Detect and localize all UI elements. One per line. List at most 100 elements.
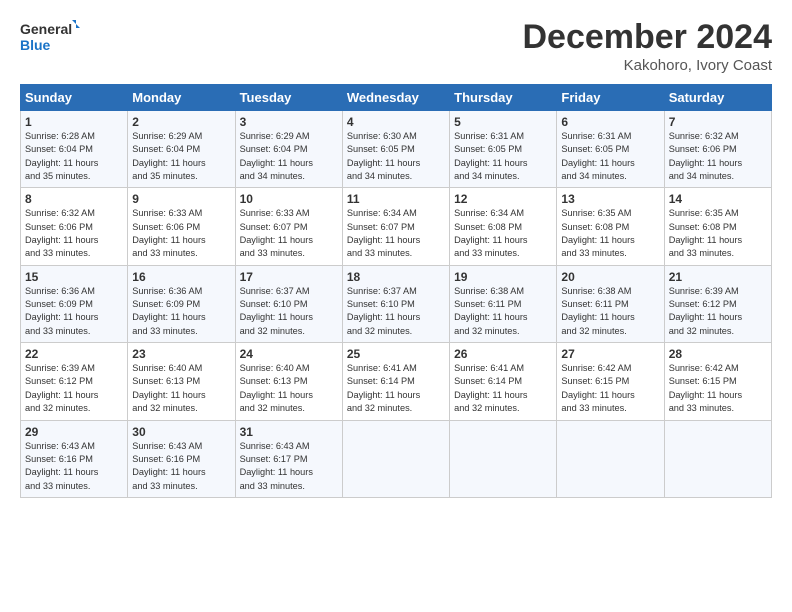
calendar-cell: 1Sunrise: 6:28 AMSunset: 6:04 PMDaylight… [21, 111, 128, 188]
calendar-cell: 25Sunrise: 6:41 AMSunset: 6:14 PMDayligh… [342, 343, 449, 420]
calendar-cell: 26Sunrise: 6:41 AMSunset: 6:14 PMDayligh… [450, 343, 557, 420]
day-info: Sunrise: 6:31 AMSunset: 6:05 PMDaylight:… [454, 130, 552, 183]
day-info: Sunrise: 6:38 AMSunset: 6:11 PMDaylight:… [561, 285, 659, 338]
day-info: Sunrise: 6:40 AMSunset: 6:13 PMDaylight:… [240, 362, 338, 415]
calendar-cell: 3Sunrise: 6:29 AMSunset: 6:04 PMDaylight… [235, 111, 342, 188]
day-number: 3 [240, 115, 338, 129]
day-info: Sunrise: 6:28 AMSunset: 6:04 PMDaylight:… [25, 130, 123, 183]
logo: General Blue [20, 18, 80, 56]
day-number: 16 [132, 270, 230, 284]
calendar-table: SundayMondayTuesdayWednesdayThursdayFrid… [20, 84, 772, 498]
week-row-2: 15Sunrise: 6:36 AMSunset: 6:09 PMDayligh… [21, 265, 772, 342]
calendar-cell [557, 420, 664, 497]
calendar-cell: 5Sunrise: 6:31 AMSunset: 6:05 PMDaylight… [450, 111, 557, 188]
day-number: 2 [132, 115, 230, 129]
day-info: Sunrise: 6:34 AMSunset: 6:08 PMDaylight:… [454, 207, 552, 260]
day-number: 27 [561, 347, 659, 361]
day-info: Sunrise: 6:33 AMSunset: 6:07 PMDaylight:… [240, 207, 338, 260]
header-row: SundayMondayTuesdayWednesdayThursdayFrid… [21, 85, 772, 111]
day-number: 5 [454, 115, 552, 129]
day-number: 24 [240, 347, 338, 361]
calendar-page: General Blue December 2024 Kakohoro, Ivo… [0, 0, 792, 612]
location: Kakohoro, Ivory Coast [522, 57, 772, 74]
day-info: Sunrise: 6:32 AMSunset: 6:06 PMDaylight:… [25, 207, 123, 260]
calendar-cell: 24Sunrise: 6:40 AMSunset: 6:13 PMDayligh… [235, 343, 342, 420]
col-header-tuesday: Tuesday [235, 85, 342, 111]
day-info: Sunrise: 6:42 AMSunset: 6:15 PMDaylight:… [669, 362, 767, 415]
day-number: 4 [347, 115, 445, 129]
day-info: Sunrise: 6:29 AMSunset: 6:04 PMDaylight:… [132, 130, 230, 183]
day-number: 31 [240, 425, 338, 439]
day-number: 6 [561, 115, 659, 129]
calendar-cell: 30Sunrise: 6:43 AMSunset: 6:16 PMDayligh… [128, 420, 235, 497]
calendar-cell: 12Sunrise: 6:34 AMSunset: 6:08 PMDayligh… [450, 188, 557, 265]
day-info: Sunrise: 6:37 AMSunset: 6:10 PMDaylight:… [347, 285, 445, 338]
week-row-0: 1Sunrise: 6:28 AMSunset: 6:04 PMDaylight… [21, 111, 772, 188]
calendar-cell: 31Sunrise: 6:43 AMSunset: 6:17 PMDayligh… [235, 420, 342, 497]
week-row-1: 8Sunrise: 6:32 AMSunset: 6:06 PMDaylight… [21, 188, 772, 265]
day-info: Sunrise: 6:29 AMSunset: 6:04 PMDaylight:… [240, 130, 338, 183]
month-title: December 2024 [522, 18, 772, 57]
calendar-cell: 20Sunrise: 6:38 AMSunset: 6:11 PMDayligh… [557, 265, 664, 342]
calendar-cell: 6Sunrise: 6:31 AMSunset: 6:05 PMDaylight… [557, 111, 664, 188]
week-row-3: 22Sunrise: 6:39 AMSunset: 6:12 PMDayligh… [21, 343, 772, 420]
calendar-cell: 4Sunrise: 6:30 AMSunset: 6:05 PMDaylight… [342, 111, 449, 188]
day-number: 19 [454, 270, 552, 284]
day-info: Sunrise: 6:42 AMSunset: 6:15 PMDaylight:… [561, 362, 659, 415]
day-info: Sunrise: 6:38 AMSunset: 6:11 PMDaylight:… [454, 285, 552, 338]
day-info: Sunrise: 6:36 AMSunset: 6:09 PMDaylight:… [25, 285, 123, 338]
calendar-cell: 16Sunrise: 6:36 AMSunset: 6:09 PMDayligh… [128, 265, 235, 342]
day-info: Sunrise: 6:36 AMSunset: 6:09 PMDaylight:… [132, 285, 230, 338]
day-number: 30 [132, 425, 230, 439]
day-number: 29 [25, 425, 123, 439]
calendar-cell: 8Sunrise: 6:32 AMSunset: 6:06 PMDaylight… [21, 188, 128, 265]
day-number: 11 [347, 192, 445, 206]
calendar-cell: 18Sunrise: 6:37 AMSunset: 6:10 PMDayligh… [342, 265, 449, 342]
day-number: 17 [240, 270, 338, 284]
day-info: Sunrise: 6:40 AMSunset: 6:13 PMDaylight:… [132, 362, 230, 415]
title-block: December 2024 Kakohoro, Ivory Coast [522, 18, 772, 74]
day-info: Sunrise: 6:37 AMSunset: 6:10 PMDaylight:… [240, 285, 338, 338]
calendar-cell: 10Sunrise: 6:33 AMSunset: 6:07 PMDayligh… [235, 188, 342, 265]
day-info: Sunrise: 6:32 AMSunset: 6:06 PMDaylight:… [669, 130, 767, 183]
day-number: 9 [132, 192, 230, 206]
day-info: Sunrise: 6:41 AMSunset: 6:14 PMDaylight:… [347, 362, 445, 415]
day-number: 10 [240, 192, 338, 206]
calendar-cell: 22Sunrise: 6:39 AMSunset: 6:12 PMDayligh… [21, 343, 128, 420]
col-header-sunday: Sunday [21, 85, 128, 111]
day-number: 15 [25, 270, 123, 284]
day-number: 18 [347, 270, 445, 284]
calendar-cell [664, 420, 771, 497]
calendar-cell: 11Sunrise: 6:34 AMSunset: 6:07 PMDayligh… [342, 188, 449, 265]
day-info: Sunrise: 6:43 AMSunset: 6:16 PMDaylight:… [25, 440, 123, 493]
day-number: 26 [454, 347, 552, 361]
day-number: 23 [132, 347, 230, 361]
day-info: Sunrise: 6:41 AMSunset: 6:14 PMDaylight:… [454, 362, 552, 415]
day-number: 28 [669, 347, 767, 361]
day-number: 20 [561, 270, 659, 284]
col-header-monday: Monday [128, 85, 235, 111]
day-info: Sunrise: 6:35 AMSunset: 6:08 PMDaylight:… [561, 207, 659, 260]
calendar-cell: 21Sunrise: 6:39 AMSunset: 6:12 PMDayligh… [664, 265, 771, 342]
col-header-friday: Friday [557, 85, 664, 111]
header: General Blue December 2024 Kakohoro, Ivo… [20, 18, 772, 74]
day-number: 1 [25, 115, 123, 129]
day-number: 21 [669, 270, 767, 284]
svg-text:Blue: Blue [20, 37, 51, 53]
calendar-cell: 27Sunrise: 6:42 AMSunset: 6:15 PMDayligh… [557, 343, 664, 420]
col-header-saturday: Saturday [664, 85, 771, 111]
calendar-cell: 23Sunrise: 6:40 AMSunset: 6:13 PMDayligh… [128, 343, 235, 420]
calendar-cell: 28Sunrise: 6:42 AMSunset: 6:15 PMDayligh… [664, 343, 771, 420]
day-number: 25 [347, 347, 445, 361]
day-number: 14 [669, 192, 767, 206]
calendar-cell: 13Sunrise: 6:35 AMSunset: 6:08 PMDayligh… [557, 188, 664, 265]
day-info: Sunrise: 6:39 AMSunset: 6:12 PMDaylight:… [669, 285, 767, 338]
week-row-4: 29Sunrise: 6:43 AMSunset: 6:16 PMDayligh… [21, 420, 772, 497]
day-number: 22 [25, 347, 123, 361]
day-info: Sunrise: 6:30 AMSunset: 6:05 PMDaylight:… [347, 130, 445, 183]
day-info: Sunrise: 6:43 AMSunset: 6:16 PMDaylight:… [132, 440, 230, 493]
calendar-cell: 29Sunrise: 6:43 AMSunset: 6:16 PMDayligh… [21, 420, 128, 497]
day-info: Sunrise: 6:39 AMSunset: 6:12 PMDaylight:… [25, 362, 123, 415]
day-number: 13 [561, 192, 659, 206]
day-info: Sunrise: 6:43 AMSunset: 6:17 PMDaylight:… [240, 440, 338, 493]
